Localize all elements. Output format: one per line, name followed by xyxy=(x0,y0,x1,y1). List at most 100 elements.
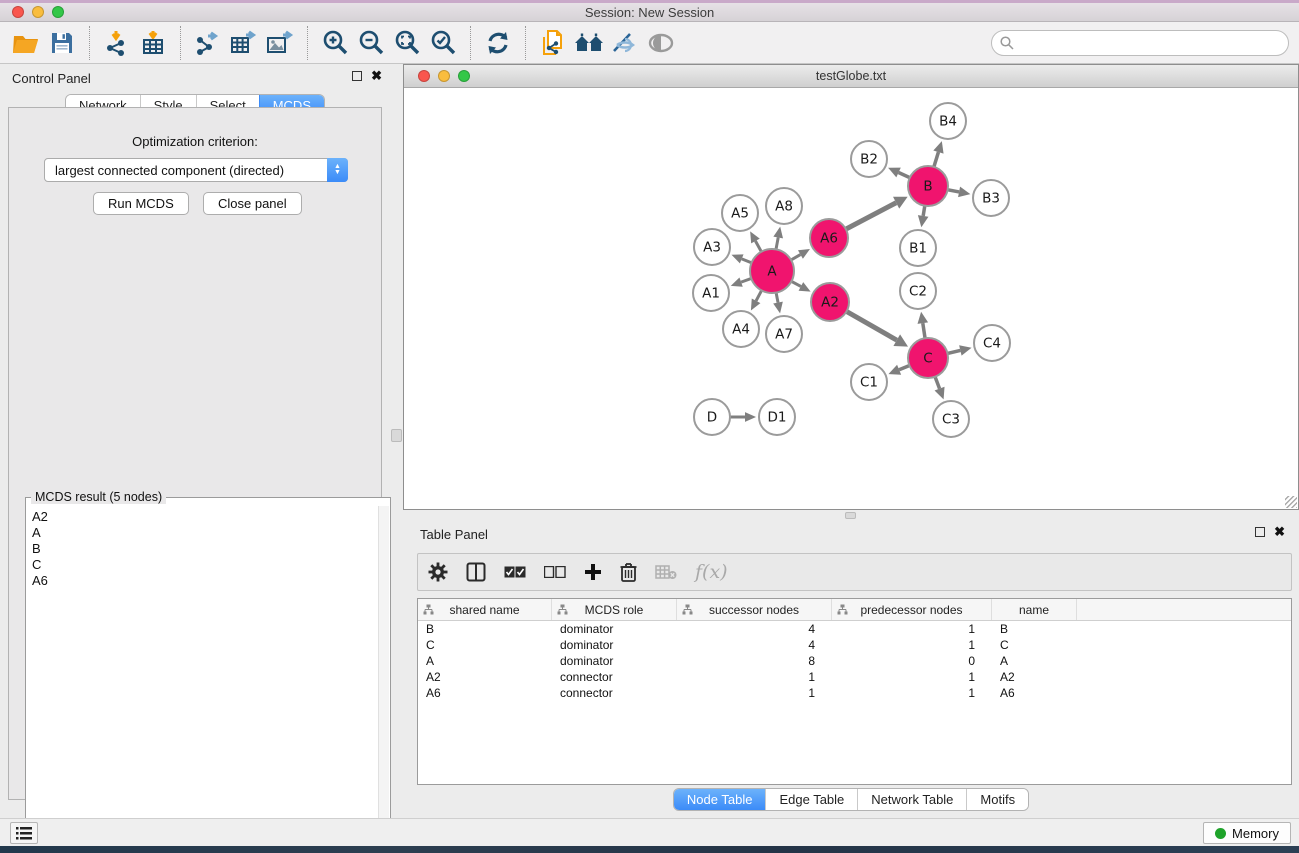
graph-node-D[interactable] xyxy=(694,399,730,435)
criterion-dropdown[interactable]: largest connected component (directed) ▲… xyxy=(44,158,348,182)
graph-node-C2[interactable] xyxy=(900,273,936,309)
table-panel: Table Panel ✖ f(x) xyxy=(403,520,1299,818)
zoom-fit-icon[interactable] xyxy=(389,25,425,61)
graph-edge-arrowhead xyxy=(935,387,945,400)
close-panel-icon[interactable]: ✖ xyxy=(371,71,382,81)
column-header-mcds-role[interactable]: MCDS role xyxy=(552,599,677,620)
export-table-icon[interactable] xyxy=(226,25,262,61)
close-window-button[interactable] xyxy=(12,6,24,18)
delete-table-icon xyxy=(655,564,677,580)
column-header-predecessor-nodes[interactable]: predecessor nodes xyxy=(832,599,992,620)
tab-node-table[interactable]: Node Table xyxy=(674,789,766,810)
close-panel-button[interactable]: Close panel xyxy=(203,192,302,215)
zoom-network-window-button[interactable] xyxy=(458,70,470,82)
table-toolbar: f(x) xyxy=(417,553,1292,591)
zoom-selected-icon[interactable] xyxy=(425,25,461,61)
graph-node-A5[interactable] xyxy=(722,195,758,231)
graph-node-A[interactable] xyxy=(750,249,794,293)
float-table-panel-icon[interactable] xyxy=(1255,527,1265,537)
result-item[interactable]: B xyxy=(32,541,373,557)
graph-node-A1[interactable] xyxy=(693,275,729,311)
graph-node-B[interactable] xyxy=(908,166,948,206)
run-mcds-button[interactable]: Run MCDS xyxy=(93,192,189,215)
result-item[interactable]: C xyxy=(32,557,373,573)
mcds-tab-content: Optimization criterion: largest connecte… xyxy=(8,107,382,800)
toolbar-separator xyxy=(525,26,526,60)
horizontal-divider-grip[interactable] xyxy=(845,512,856,519)
graph-edge-arrowhead xyxy=(731,278,743,287)
window-resize-grip[interactable] xyxy=(1285,496,1297,508)
graph-node-C1[interactable] xyxy=(851,364,887,400)
refresh-icon[interactable] xyxy=(480,25,516,61)
column-header-successor-nodes[interactable]: successor nodes xyxy=(677,599,832,620)
result-item[interactable]: A6 xyxy=(32,573,373,589)
table-row[interactable]: B dominator 4 1 B xyxy=(418,621,1291,637)
minimize-network-window-button[interactable] xyxy=(438,70,450,82)
show-column-panel-icon[interactable] xyxy=(466,562,486,582)
zoom-in-icon[interactable] xyxy=(317,25,353,61)
graph-node-A6[interactable] xyxy=(810,219,848,257)
graph-node-C4[interactable] xyxy=(974,325,1010,361)
table-row[interactable]: C dominator 4 1 C xyxy=(418,637,1291,653)
zoom-out-icon[interactable] xyxy=(353,25,389,61)
table-row[interactable]: A dominator 8 0 A xyxy=(418,653,1291,669)
save-session-icon[interactable] xyxy=(44,25,80,61)
import-table-icon[interactable] xyxy=(135,25,171,61)
mcds-result-title: MCDS result (5 nodes) xyxy=(31,490,166,504)
memory-button[interactable]: Memory xyxy=(1203,822,1291,844)
graph-node-B4[interactable] xyxy=(930,103,966,139)
network-window-titlebar[interactable]: testGlobe.txt xyxy=(404,65,1298,88)
vertical-divider-grip[interactable] xyxy=(391,429,402,442)
mcds-result-list[interactable]: A2 A B C A6 xyxy=(27,506,378,839)
network-view-window: testGlobe.txt B4B2BB3A8A5A6A3B1AA1C2A2A4… xyxy=(403,64,1299,510)
graph-node-A8[interactable] xyxy=(766,188,802,224)
graph-node-B3[interactable] xyxy=(973,180,1009,216)
result-item[interactable]: A xyxy=(32,525,373,541)
zoom-window-button[interactable] xyxy=(52,6,64,18)
graph-edge-arrowhead xyxy=(918,312,929,324)
tab-motifs[interactable]: Motifs xyxy=(966,789,1028,810)
export-network-icon[interactable] xyxy=(190,25,226,61)
birds-eye-view-icon[interactable] xyxy=(643,25,679,61)
graph-node-A4[interactable] xyxy=(723,311,759,347)
unselect-all-columns-icon[interactable] xyxy=(544,566,566,578)
graph-node-D1[interactable] xyxy=(759,399,795,435)
result-item[interactable]: A2 xyxy=(32,509,373,525)
export-image-icon[interactable] xyxy=(262,25,298,61)
tab-edge-table[interactable]: Edge Table xyxy=(765,789,857,810)
graph-node-C3[interactable] xyxy=(933,401,969,437)
delete-column-trash-icon[interactable] xyxy=(620,562,637,582)
table-row[interactable]: A6 connector 1 1 A6 xyxy=(418,685,1291,701)
close-table-panel-icon[interactable]: ✖ xyxy=(1274,527,1285,537)
result-scrollbar[interactable] xyxy=(378,506,389,839)
graph-node-B2[interactable] xyxy=(851,141,887,177)
window-controls xyxy=(12,6,64,18)
graph-node-B1[interactable] xyxy=(900,230,936,266)
import-network-icon[interactable] xyxy=(99,25,135,61)
graph-node-A7[interactable] xyxy=(766,316,802,352)
table-settings-gear-icon[interactable] xyxy=(428,562,448,582)
minimize-window-button[interactable] xyxy=(32,6,44,18)
column-header-filler xyxy=(1077,599,1291,620)
search-input[interactable] xyxy=(991,30,1289,56)
graph-node-A3[interactable] xyxy=(694,229,730,265)
select-all-columns-icon[interactable] xyxy=(504,566,526,578)
column-header-shared-name[interactable]: shared name xyxy=(418,599,552,620)
tab-network-table[interactable]: Network Table xyxy=(857,789,966,810)
memory-label: Memory xyxy=(1232,826,1279,841)
first-neighbors-icon[interactable] xyxy=(571,25,607,61)
close-network-window-button[interactable] xyxy=(418,70,430,82)
float-panel-icon[interactable] xyxy=(352,71,362,81)
new-network-from-selection-icon[interactable] xyxy=(535,25,571,61)
graph-node-A2[interactable] xyxy=(811,283,849,321)
show-hide-graphics-details-icon[interactable] xyxy=(607,25,643,61)
table-row[interactable]: A2 connector 1 1 A2 xyxy=(418,669,1291,685)
table-header-row: shared name MCDS role successor nodes pr… xyxy=(418,599,1291,621)
open-file-icon[interactable] xyxy=(8,25,44,61)
network-canvas[interactable]: B4B2BB3A8A5A6A3B1AA1C2A2A4A7C4CC1C3DD1 xyxy=(404,88,1298,509)
column-header-name[interactable]: name xyxy=(992,599,1077,620)
graph-edge-arrowhead xyxy=(745,412,756,422)
graph-node-C[interactable] xyxy=(908,338,948,378)
create-new-column-icon[interactable] xyxy=(584,563,602,581)
task-history-button[interactable] xyxy=(10,822,38,844)
